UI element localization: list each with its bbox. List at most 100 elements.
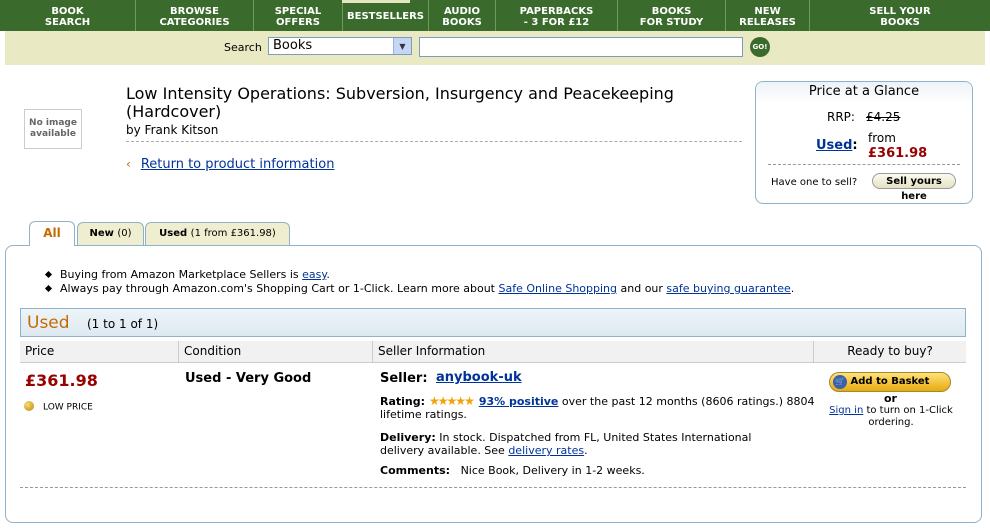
low-price-badge: LOW PRICE <box>24 401 93 413</box>
bullet-icon <box>44 270 53 279</box>
glance-used-price: £361.98 <box>868 146 928 161</box>
seller-comments: Comments: Nice Book, Delivery in 1-2 wee… <box>380 464 645 477</box>
delivery-end: . <box>584 444 588 457</box>
safe-buying-guarantee-link[interactable]: safe buying guarantee <box>666 282 790 295</box>
bullet-icon <box>44 284 53 293</box>
offer-condition: Used - Very Good <box>185 371 312 386</box>
col-ready-to-buy: Ready to buy? <box>847 344 933 358</box>
glance-from-label: from <box>868 131 896 145</box>
glance-used-link[interactable]: Used <box>816 138 852 153</box>
sign-in-link[interactable]: Sign in <box>829 405 863 416</box>
nav-paperbacks-offer-label: PAPERBACKS - 3 FOR £12 <box>519 5 594 28</box>
chevron-down-icon[interactable]: ▼ <box>393 38 411 54</box>
delivery-rates-link[interactable]: delivery rates <box>508 444 584 457</box>
nav-browse-categories[interactable]: BROWSE CATEGORIES <box>136 0 254 31</box>
delivery-info: Delivery: In stock. Dispatched from FL, … <box>380 431 780 457</box>
nav-special-offers-label: SPECIAL OFFERS <box>274 5 322 28</box>
tab-used-count: (1 from £361.98) <box>190 228 276 239</box>
tab-used-label: Used <box>159 228 188 239</box>
product-title: Low Intensity Operations: Subversion, In… <box>126 84 674 121</box>
sell-yours-button[interactable]: Sell yours here <box>872 173 956 202</box>
bullet-easy-end: . <box>326 268 330 281</box>
tab-new[interactable]: New (0) <box>77 222 144 245</box>
title-divider <box>126 141 742 142</box>
bullet-safe-shopping: Always pay through Amazon.com's Shopping… <box>44 282 795 295</box>
nav-new-releases[interactable]: NEW RELEASES <box>726 0 810 31</box>
nav-book-search-label: BOOK SEARCH <box>44 5 91 28</box>
nav-sell-your-books[interactable]: SELL YOUR BOOKS <box>810 0 990 31</box>
sell-question: Have one to sell? <box>771 177 858 188</box>
or-label: or <box>884 392 897 405</box>
nav-audio-books-label: AUDIO BOOKS <box>442 5 482 28</box>
listing-bottom-divider <box>20 487 966 488</box>
no-image-placeholder: No image available <box>24 109 82 149</box>
seller-name-link[interactable]: anybook-uk <box>436 370 522 385</box>
rrp-label: RRP: <box>827 110 855 124</box>
delivery-label: Delivery: <box>380 431 436 444</box>
offer-price: £361.98 <box>25 371 98 390</box>
nav-bestsellers[interactable]: BESTSELLERS <box>343 0 429 31</box>
nav-special-offers[interactable]: SPECIAL OFFERS <box>254 0 343 31</box>
glance-used-group: Used: <box>816 138 858 153</box>
col-price: Price <box>20 341 179 362</box>
nav-paperbacks-offer[interactable]: PAPERBACKS - 3 FOR £12 <box>496 0 618 31</box>
col-seller-information: Seller Information <box>373 341 814 362</box>
search-bar: Search Books ▼ GO! <box>5 31 985 65</box>
add-to-basket-label: Add to Basket <box>850 376 930 387</box>
low-price-text: LOW PRICE <box>43 402 93 413</box>
nav-books-for-study-label: BOOKS FOR STUDY <box>639 5 704 28</box>
search-category-value: Books <box>273 38 313 53</box>
tab-new-count: (0) <box>117 228 132 239</box>
tab-all-label: All <box>43 226 61 240</box>
easy-link[interactable]: easy <box>302 268 326 281</box>
used-section-title: Used <box>27 313 70 333</box>
cart-icon: 🛒 <box>833 375 847 389</box>
go-button[interactable]: GO! <box>750 37 770 57</box>
search-input[interactable] <box>419 37 743 57</box>
rating-positive-link[interactable]: 93% positive <box>479 395 559 408</box>
sign-in-prompt: Sign in to turn on 1-Click ordering. <box>818 405 964 429</box>
comments-label: Comments: <box>380 464 451 477</box>
search-category-select[interactable]: Books ▼ <box>268 37 412 55</box>
return-to-product-link[interactable]: Return to product information <box>141 157 335 172</box>
used-section-header: Used (1 to 1 of 1) <box>20 308 966 337</box>
rating-stars-icon: ★★★★★ <box>429 394 475 408</box>
coin-icon <box>24 401 34 411</box>
bullet-easy: Buying from Amazon Marketplace Sellers i… <box>44 268 330 281</box>
nav-browse-categories-label: BROWSE CATEGORIES <box>159 5 230 28</box>
comments-text: Nice Book, Delivery in 1-2 weeks. <box>460 464 645 477</box>
nav-active-indicator <box>342 0 410 3</box>
bullet-safe-end: . <box>790 282 795 295</box>
nav-audio-books[interactable]: AUDIO BOOKS <box>429 0 496 31</box>
tab-all[interactable]: All <box>29 221 75 246</box>
price-at-a-glance: Price at a Glance RRP: £4.25 Used: from … <box>755 81 973 204</box>
seller-rating: Rating: ★★★★★ 93% positive over the past 1… <box>380 394 820 422</box>
chevron-left-icon: ‹ <box>126 157 131 171</box>
bullet-easy-text: Buying from Amazon Marketplace Sellers i… <box>60 268 303 281</box>
add-to-basket-button[interactable]: 🛒 Add to Basket <box>829 372 951 392</box>
glance-heading: Price at a Glance <box>756 82 972 104</box>
col-condition: Condition <box>179 341 373 362</box>
bullet-safe-text: Always pay through Amazon.com's Shopping… <box>60 282 499 295</box>
search-label: Search <box>224 41 262 54</box>
nav-new-releases-label: NEW RELEASES <box>739 5 796 28</box>
bullet-safe-mid: and our <box>617 282 667 295</box>
return-row: ‹ Return to product information <box>126 157 334 172</box>
used-section-count: (1 to 1 of 1) <box>87 317 159 331</box>
nav-bestsellers-label: BESTSELLERS <box>347 11 424 22</box>
nav-books-for-study[interactable]: BOOKS FOR STUDY <box>618 0 726 31</box>
sign-in-text: to turn on 1-Click ordering. <box>863 405 953 428</box>
glance-used-colon: : <box>852 138 858 153</box>
rating-label: Rating: <box>380 395 426 408</box>
nav-sell-your-books-label: SELL YOUR BOOKS <box>869 5 931 28</box>
nav-book-search[interactable]: BOOK SEARCH <box>0 0 136 31</box>
product-author: by Frank Kitson <box>126 123 219 137</box>
listing-column-headers: Price Condition Seller Information Ready… <box>20 341 966 363</box>
rrp-price: £4.25 <box>866 110 901 124</box>
seller-label: Seller: <box>380 371 428 386</box>
tab-new-label: New <box>89 228 114 239</box>
tab-used[interactable]: Used (1 from £361.98) <box>145 222 290 245</box>
safe-online-shopping-link[interactable]: Safe Online Shopping <box>499 282 618 295</box>
top-nav: BOOK SEARCH BROWSE CATEGORIES SPECIAL OF… <box>0 0 990 31</box>
glance-divider <box>768 164 960 165</box>
